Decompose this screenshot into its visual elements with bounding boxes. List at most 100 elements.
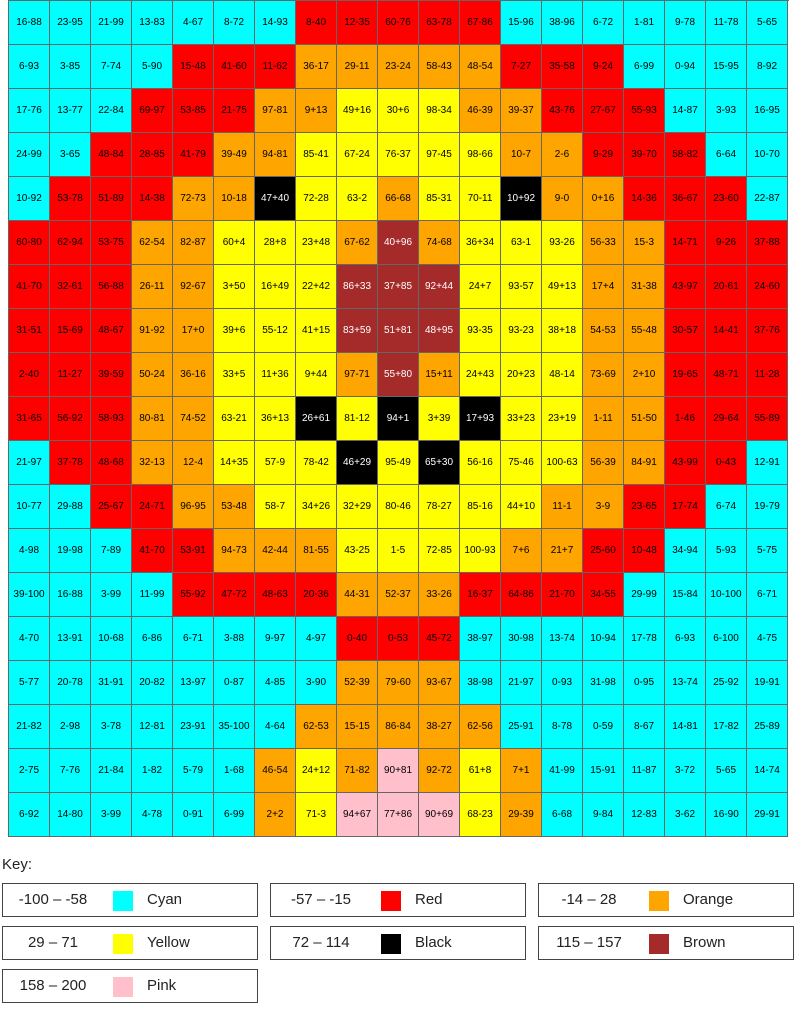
grid-cell[interactable]: 11-78 (706, 1, 747, 45)
grid-cell[interactable]: 2-98 (50, 705, 91, 749)
grid-cell[interactable]: 51+81 (378, 309, 419, 353)
grid-cell[interactable]: 6-71 (173, 617, 214, 661)
grid-cell[interactable]: 6-99 (624, 45, 665, 89)
grid-cell[interactable]: 9-78 (665, 1, 706, 45)
grid-cell[interactable]: 8-92 (747, 45, 788, 89)
grid-cell[interactable]: 97-71 (337, 353, 378, 397)
grid-cell[interactable]: 41+15 (296, 309, 337, 353)
grid-cell[interactable]: 73-69 (583, 353, 624, 397)
grid-cell[interactable]: 20-61 (706, 265, 747, 309)
grid-cell[interactable]: 9+44 (296, 353, 337, 397)
grid-cell[interactable]: 1-46 (665, 397, 706, 441)
grid-cell[interactable]: 67-62 (337, 221, 378, 265)
grid-cell[interactable]: 21-99 (91, 1, 132, 45)
grid-cell[interactable]: 56-33 (583, 221, 624, 265)
grid-cell[interactable]: 2-6 (542, 133, 583, 177)
grid-cell[interactable]: 55-92 (173, 573, 214, 617)
grid-cell[interactable]: 5-79 (173, 749, 214, 793)
grid-cell[interactable]: 69-97 (132, 89, 173, 133)
grid-cell[interactable]: 24+7 (460, 265, 501, 309)
grid-cell[interactable]: 80-46 (378, 485, 419, 529)
grid-cell[interactable]: 12-35 (337, 1, 378, 45)
grid-cell[interactable]: 4-75 (747, 617, 788, 661)
grid-cell[interactable]: 19-65 (665, 353, 706, 397)
grid-cell[interactable]: 46-39 (460, 89, 501, 133)
grid-cell[interactable]: 11+36 (255, 353, 296, 397)
grid-cell[interactable]: 93-26 (542, 221, 583, 265)
grid-cell[interactable]: 22-84 (91, 89, 132, 133)
grid-cell[interactable]: 6-86 (132, 617, 173, 661)
grid-cell[interactable]: 13-83 (132, 1, 173, 45)
grid-cell[interactable]: 2+10 (624, 353, 665, 397)
grid-cell[interactable]: 1-68 (214, 749, 255, 793)
grid-cell[interactable]: 33+5 (214, 353, 255, 397)
grid-cell[interactable]: 23+19 (542, 397, 583, 441)
grid-cell[interactable]: 21-75 (214, 89, 255, 133)
grid-cell[interactable]: 25-92 (706, 661, 747, 705)
grid-cell[interactable]: 94-73 (214, 529, 255, 573)
grid-cell[interactable]: 97-45 (419, 133, 460, 177)
grid-cell[interactable]: 30+6 (378, 89, 419, 133)
grid-cell[interactable]: 14-71 (665, 221, 706, 265)
grid-cell[interactable]: 17-82 (706, 705, 747, 749)
grid-cell[interactable]: 38-96 (542, 1, 583, 45)
grid-cell[interactable]: 4-67 (173, 1, 214, 45)
grid-cell[interactable]: 20-82 (132, 661, 173, 705)
grid-cell[interactable]: 17-78 (624, 617, 665, 661)
grid-cell[interactable]: 0-95 (624, 661, 665, 705)
grid-cell[interactable]: 10-92 (9, 177, 50, 221)
grid-cell[interactable]: 93-35 (460, 309, 501, 353)
grid-cell[interactable]: 14-74 (747, 749, 788, 793)
grid-cell[interactable]: 100-63 (542, 441, 583, 485)
grid-cell[interactable]: 6-93 (665, 617, 706, 661)
grid-cell[interactable]: 48-67 (91, 309, 132, 353)
grid-cell[interactable]: 0-91 (173, 793, 214, 837)
grid-cell[interactable]: 3-99 (91, 573, 132, 617)
grid-cell[interactable]: 65+30 (419, 441, 460, 485)
grid-cell[interactable]: 15-15 (337, 705, 378, 749)
grid-cell[interactable]: 67-24 (337, 133, 378, 177)
grid-cell[interactable]: 55-93 (624, 89, 665, 133)
grid-cell[interactable]: 10-7 (501, 133, 542, 177)
grid-cell[interactable]: 29-88 (50, 485, 91, 529)
grid-cell[interactable]: 93-23 (501, 309, 542, 353)
grid-cell[interactable]: 15-48 (173, 45, 214, 89)
grid-cell[interactable]: 41-79 (173, 133, 214, 177)
grid-cell[interactable]: 43-97 (665, 265, 706, 309)
grid-cell[interactable]: 14-38 (132, 177, 173, 221)
grid-cell[interactable]: 51-89 (91, 177, 132, 221)
grid-cell[interactable]: 14-81 (665, 705, 706, 749)
grid-cell[interactable]: 29-64 (706, 397, 747, 441)
grid-cell[interactable]: 1-82 (132, 749, 173, 793)
grid-cell[interactable]: 12-4 (173, 441, 214, 485)
grid-cell[interactable]: 1-5 (378, 529, 419, 573)
grid-cell[interactable]: 51-50 (624, 397, 665, 441)
grid-cell[interactable]: 9-97 (255, 617, 296, 661)
grid-cell[interactable]: 80-81 (132, 397, 173, 441)
grid-cell[interactable]: 6-92 (9, 793, 50, 837)
grid-cell[interactable]: 9-26 (706, 221, 747, 265)
grid-cell[interactable]: 58-82 (665, 133, 706, 177)
grid-cell[interactable]: 43-25 (337, 529, 378, 573)
grid-cell[interactable]: 43-76 (542, 89, 583, 133)
grid-cell[interactable]: 22-87 (747, 177, 788, 221)
grid-cell[interactable]: 66-68 (378, 177, 419, 221)
grid-cell[interactable]: 21-82 (9, 705, 50, 749)
grid-cell[interactable]: 39-49 (214, 133, 255, 177)
grid-cell[interactable]: 17+4 (583, 265, 624, 309)
grid-cell[interactable]: 68-23 (460, 793, 501, 837)
grid-cell[interactable]: 84-91 (624, 441, 665, 485)
grid-cell[interactable]: 60+4 (214, 221, 255, 265)
grid-cell[interactable]: 85-31 (419, 177, 460, 221)
grid-cell[interactable]: 4-64 (255, 705, 296, 749)
grid-cell[interactable]: 21+7 (542, 529, 583, 573)
grid-cell[interactable]: 45-72 (419, 617, 460, 661)
grid-cell[interactable]: 8-72 (214, 1, 255, 45)
grid-cell[interactable]: 48+95 (419, 309, 460, 353)
grid-cell[interactable]: 33-26 (419, 573, 460, 617)
grid-cell[interactable]: 25-89 (747, 705, 788, 749)
grid-cell[interactable]: 17-74 (665, 485, 706, 529)
grid-cell[interactable]: 8-40 (296, 1, 337, 45)
grid-cell[interactable]: 60-76 (378, 1, 419, 45)
grid-cell[interactable]: 6-100 (706, 617, 747, 661)
